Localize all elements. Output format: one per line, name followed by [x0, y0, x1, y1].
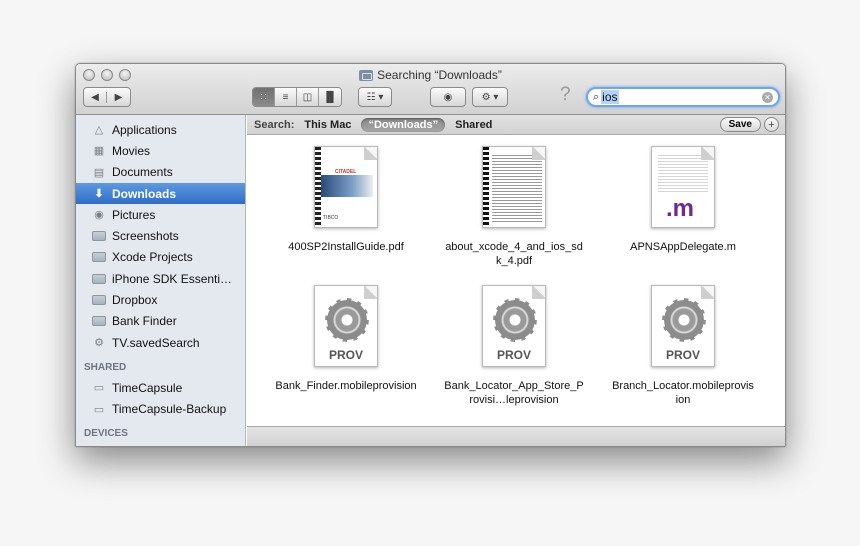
- search-icon: ⌕: [593, 90, 600, 103]
- finder-window: Searching “Downloads” ◀ ▶ ∷ ≡ ◫ ▐▌ ☷ ▾ ◉…: [75, 63, 786, 447]
- scope-this-mac[interactable]: This Mac: [304, 119, 351, 131]
- file-grid: CITADEL TIBCO 400SP2InstallGuide.pdf abo…: [247, 136, 785, 426]
- sidebar-item-label: Screenshots: [112, 229, 179, 244]
- sidebar-item-bank-finder[interactable]: Bank Finder: [76, 311, 245, 332]
- file-item[interactable]: PROV Bank_Finder.mobileprovision: [271, 285, 421, 393]
- window-title-text: Searching “Downloads”: [377, 68, 502, 82]
- folder-icon: [92, 230, 106, 242]
- sidebar-item-movies[interactable]: ▦ Movies: [76, 140, 245, 161]
- sidebar-section-devices: DEVICES: [84, 428, 128, 440]
- sidebar-item-label: iPhone SDK Essenti…: [112, 271, 233, 286]
- file-name: Bank_Finder.mobileprovision: [275, 380, 417, 392]
- file-item[interactable]: CITADEL TIBCO 400SP2InstallGuide.pdf: [271, 146, 421, 254]
- arrange-button[interactable]: ☷ ▾: [358, 87, 392, 107]
- sidebar-item-label: Bank Finder: [112, 314, 177, 329]
- display-icon: ▭: [93, 403, 105, 416]
- sidebar-item-iphone-sdk[interactable]: iPhone SDK Essenti…: [76, 268, 245, 289]
- sidebar-item-pictures[interactable]: ◉ Pictures: [76, 204, 245, 225]
- sidebar-item-label: Dropbox: [112, 293, 158, 308]
- sidebar-item-label: Downloads: [112, 186, 177, 201]
- action-button[interactable]: ⚙ ▾: [472, 87, 508, 107]
- save-search-button[interactable]: Save: [719, 117, 761, 132]
- movies-icon: ▦: [93, 145, 105, 158]
- coverflow-view-button[interactable]: ▐▌: [319, 88, 341, 106]
- view-mode-selector: ∷ ≡ ◫ ▐▌: [252, 87, 342, 107]
- sidebar-item-label: TV.savedSearch: [112, 335, 200, 350]
- scope-downloads[interactable]: “Downloads”: [361, 117, 446, 132]
- file-item[interactable]: PROV Bank_Locator_App_Store_Provisi…lepr…: [439, 285, 589, 407]
- gear-icon: ⚙: [94, 337, 104, 350]
- sidebar-item-label: TimeCapsule-Backup: [112, 402, 227, 417]
- downloads-icon: ⬇: [94, 188, 104, 201]
- sidebar-item-applications[interactable]: △ Applications: [76, 119, 245, 140]
- gear-icon: [327, 300, 367, 340]
- display-icon: ▭: [93, 382, 105, 395]
- column-view-button[interactable]: ◫: [297, 88, 319, 106]
- file-item[interactable]: .m APNSAppDelegate.m: [608, 146, 758, 254]
- add-criteria-button[interactable]: +: [764, 117, 779, 132]
- provision-file-icon: PROV: [314, 285, 378, 367]
- sidebar-item-timecapsule-backup[interactable]: ▭ TimeCapsule-Backup: [76, 399, 245, 420]
- search-input[interactable]: ios: [601, 90, 619, 104]
- applications-icon: △: [94, 124, 104, 137]
- title-bar: Searching “Downloads” ◀ ▶ ∷ ≡ ◫ ▐▌ ☷ ▾ ◉…: [76, 64, 785, 115]
- file-name: 400SP2InstallGuide.pdf: [288, 241, 404, 253]
- window-title: Searching “Downloads”: [76, 68, 785, 82]
- sidebar-item-label: Xcode Projects: [112, 250, 193, 265]
- file-name: Bank_Locator_App_Store_Provisi…leprovisi…: [444, 380, 584, 406]
- back-forward-buttons: ◀ ▶: [83, 87, 131, 107]
- sidebar-item-tv-saved-search[interactable]: ⚙ TV.savedSearch: [76, 332, 245, 353]
- folder-icon: [92, 273, 106, 285]
- sidebar-item-label: TimeCapsule: [112, 380, 183, 395]
- provision-file-icon: PROV: [651, 285, 715, 367]
- file-name: about_xcode_4_and_ios_sdk_4.pdf: [445, 241, 583, 267]
- list-view-button[interactable]: ≡: [275, 88, 297, 106]
- scope-shared[interactable]: Shared: [455, 119, 492, 131]
- search-field[interactable]: ⌕ ios ✕: [586, 87, 780, 107]
- back-button[interactable]: ◀: [84, 91, 108, 103]
- sidebar-item-label: Movies: [112, 143, 151, 158]
- icon-view-button[interactable]: ∷: [253, 88, 275, 106]
- sidebar-item-screenshots[interactable]: Screenshots: [76, 225, 245, 246]
- pdf-file-icon: CITADEL TIBCO: [314, 146, 378, 228]
- sidebar-item-label: Documents: [112, 165, 173, 180]
- documents-icon: ▤: [93, 166, 105, 179]
- folder-icon: [359, 69, 374, 81]
- gear-icon: [495, 300, 535, 340]
- provision-file-icon: PROV: [482, 285, 546, 367]
- search-scope-bar: Search: This Mac “Downloads” Shared Save…: [247, 115, 785, 135]
- sidebar-item-downloads[interactable]: ⬇ Downloads: [76, 182, 245, 205]
- file-name: APNSAppDelegate.m: [630, 241, 736, 253]
- status-bar: [247, 426, 785, 446]
- file-name: Branch_Locator.mobileprovision: [612, 380, 754, 406]
- pictures-icon: ◉: [94, 209, 104, 222]
- folder-icon: [92, 315, 106, 327]
- pdf-file-icon: [482, 146, 546, 228]
- help-icon[interactable]: ?: [560, 84, 571, 106]
- sidebar: △ Applications ▦ Movies ▤ Documents ⬇ Do…: [76, 115, 246, 446]
- sidebar-item-label: Applications: [112, 122, 177, 137]
- sidebar-item-xcode-projects[interactable]: Xcode Projects: [76, 247, 245, 268]
- sidebar-item-label: Pictures: [112, 207, 156, 222]
- forward-button[interactable]: ▶: [107, 92, 130, 103]
- sidebar-item-documents[interactable]: ▤ Documents: [76, 162, 245, 183]
- sidebar-item-timecapsule[interactable]: ▭ TimeCapsule: [76, 377, 245, 398]
- sidebar-section-shared: SHARED: [84, 361, 127, 373]
- gear-icon: [664, 300, 704, 340]
- file-item[interactable]: PROV Branch_Locator.mobileprovision: [608, 285, 758, 407]
- folder-icon: [92, 294, 106, 306]
- clear-search-icon[interactable]: ✕: [762, 92, 773, 103]
- quick-look-button[interactable]: ◉: [430, 87, 466, 107]
- sidebar-item-dropbox[interactable]: Dropbox: [76, 289, 245, 310]
- search-scope-label: Search:: [254, 118, 295, 131]
- file-item[interactable]: about_xcode_4_and_ios_sdk_4.pdf: [439, 146, 589, 268]
- folder-icon: [92, 251, 106, 263]
- source-file-icon: .m: [651, 146, 715, 228]
